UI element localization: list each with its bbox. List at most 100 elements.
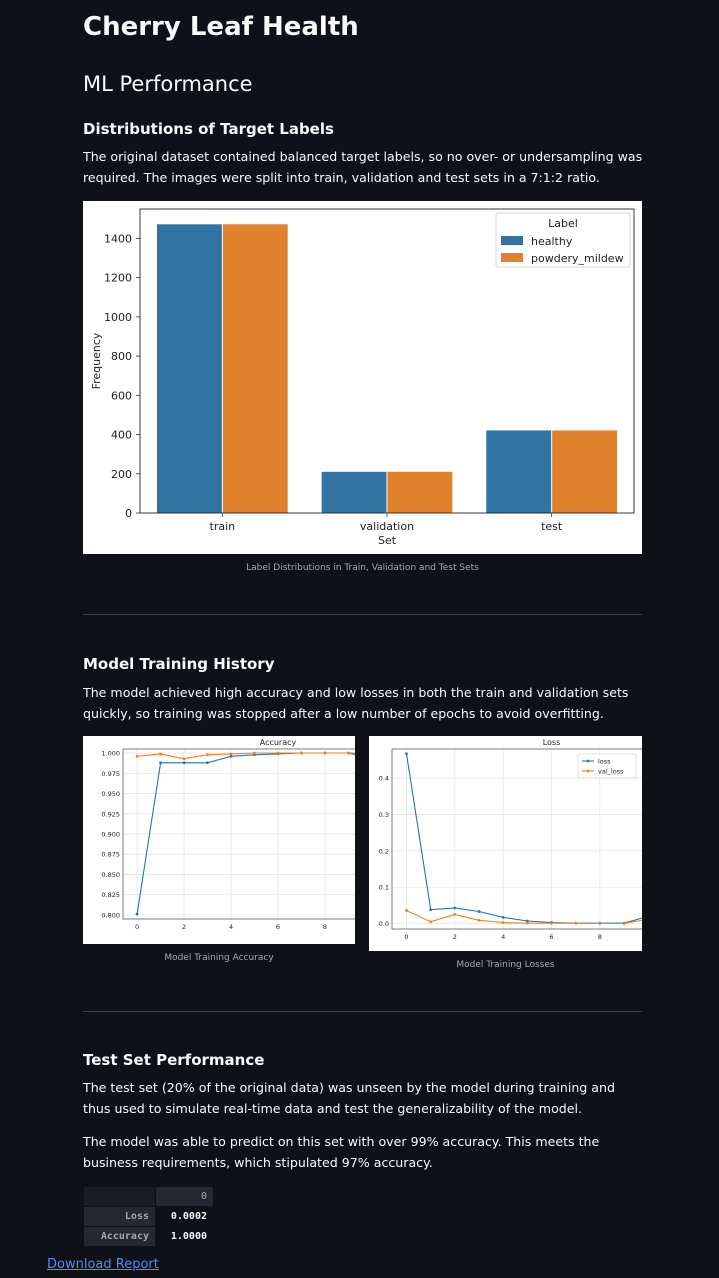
section-divider bbox=[83, 614, 642, 615]
point-val_accuracy bbox=[135, 754, 139, 758]
x-tick-label: 2 bbox=[182, 923, 186, 931]
y-tick-label: 0 bbox=[125, 507, 132, 520]
point-val_loss bbox=[598, 922, 602, 925]
y-tick-label: 0.0 bbox=[379, 920, 389, 928]
point-val_accuracy bbox=[276, 751, 280, 755]
test-text-2: The model was able to predict on this se… bbox=[83, 1134, 600, 1170]
y-tick-label: 0.800 bbox=[101, 911, 120, 919]
series-line-loss bbox=[405, 753, 697, 924]
y-tick-label: 1400 bbox=[104, 232, 132, 245]
test-heading: Test Set Performance bbox=[83, 1051, 265, 1069]
y-axis-label: Frequency bbox=[90, 332, 103, 389]
point-val_accuracy bbox=[300, 751, 303, 755]
point-val_accuracy bbox=[182, 757, 186, 761]
series-line-val_loss bbox=[406, 910, 697, 925]
x-tick-label: validation bbox=[360, 520, 414, 533]
legend-marker-loss bbox=[586, 759, 590, 763]
x-tick-label: 0 bbox=[135, 923, 139, 931]
page-title: ML Performance bbox=[83, 72, 253, 96]
accuracy-caption: Model Training Accuracy bbox=[164, 953, 274, 963]
x-tick-label: 8 bbox=[323, 923, 327, 931]
bar-powdery_mildew-validation bbox=[387, 471, 453, 513]
distribution-text: The original dataset contained balanced … bbox=[83, 149, 643, 185]
point-val_loss bbox=[574, 921, 578, 925]
app-title: Cherry Leaf Health bbox=[83, 12, 359, 42]
accuracy-chart-svg: Accuracy0246810120.8000.8250.8500.8750.9… bbox=[101, 738, 433, 931]
y-tick-label: 600 bbox=[111, 389, 132, 402]
legend-label-healthy: healthy bbox=[531, 235, 573, 248]
y-tick-label: 0.1 bbox=[379, 884, 389, 892]
cell-accuracy-value: 1.0000 bbox=[155, 1226, 214, 1247]
x-tick-label: test bbox=[541, 520, 563, 533]
table-row: Loss 0.0002 bbox=[83, 1206, 214, 1227]
x-axis-label: Set bbox=[378, 534, 397, 547]
y-tick-label: 200 bbox=[111, 468, 132, 481]
point-val_loss bbox=[429, 920, 433, 924]
bar-healthy-test bbox=[486, 430, 552, 513]
point-accuracy bbox=[159, 761, 162, 765]
download-report-link[interactable]: Download Report bbox=[47, 1257, 159, 1272]
legend-swatch-powdery_mildew bbox=[501, 253, 523, 262]
loss-chart-svg: Loss0246810120.00.10.20.30.4lossval_loss bbox=[379, 738, 712, 941]
point-val_accuracy bbox=[323, 751, 327, 755]
x-tick-label: 2 bbox=[453, 933, 457, 941]
point-val_loss bbox=[622, 922, 626, 925]
x-tick-label: 6 bbox=[276, 923, 280, 931]
point-val_loss bbox=[453, 913, 457, 916]
point-val_accuracy bbox=[347, 751, 350, 755]
point-val_loss bbox=[405, 909, 408, 912]
point-accuracy bbox=[135, 912, 139, 916]
chart-title: Accuracy bbox=[260, 738, 297, 747]
bar-healthy-train bbox=[156, 224, 222, 513]
series-line-accuracy bbox=[136, 752, 420, 915]
y-tick-label: 0.975 bbox=[101, 770, 120, 778]
y-tick-label: 0.850 bbox=[101, 871, 120, 879]
y-tick-label: 0.3 bbox=[379, 811, 389, 819]
results-table[interactable]: 0 Loss 0.0002 Accuracy 1.0000 bbox=[83, 1186, 214, 1247]
point-val_loss bbox=[501, 921, 505, 924]
legend-marker-val_loss bbox=[586, 769, 590, 773]
point-loss bbox=[453, 906, 457, 910]
bar-powdery_mildew-test bbox=[552, 430, 618, 513]
distribution-heading: Distributions of Target Labels bbox=[83, 120, 334, 138]
y-tick-label: 0.2 bbox=[379, 847, 389, 855]
column-header[interactable]: 0 bbox=[155, 1186, 214, 1207]
point-val_loss bbox=[477, 918, 481, 922]
x-tick-label: 8 bbox=[598, 933, 602, 941]
row-label-accuracy: Accuracy bbox=[83, 1226, 156, 1247]
point-accuracy bbox=[229, 754, 233, 758]
row-label-loss: Loss bbox=[83, 1206, 156, 1227]
point-accuracy bbox=[182, 761, 186, 765]
history-heading: Model Training History bbox=[83, 655, 275, 673]
legend-label-powdery_mildew: powdery_mildew bbox=[531, 252, 624, 265]
legend-title: Label bbox=[548, 217, 578, 230]
y-tick-label: 1.000 bbox=[101, 750, 120, 758]
y-tick-label: 1000 bbox=[104, 311, 132, 324]
y-tick-label: 0.875 bbox=[101, 851, 120, 859]
chart-title: Loss bbox=[543, 738, 561, 747]
point-accuracy bbox=[206, 761, 209, 765]
point-loss bbox=[477, 910, 481, 913]
legend-label-val_loss: val_loss bbox=[598, 768, 624, 776]
table-header-row: 0 bbox=[83, 1186, 214, 1207]
loss-caption: Model Training Losses bbox=[456, 960, 555, 970]
x-tick-label: train bbox=[210, 520, 236, 533]
series-line-val_accuracy bbox=[137, 752, 419, 760]
cell-loss-value: 0.0002 bbox=[155, 1206, 214, 1227]
y-tick-label: 0.925 bbox=[101, 810, 120, 818]
point-val_accuracy bbox=[253, 751, 256, 755]
x-tick-label: 4 bbox=[229, 923, 233, 931]
point-val_accuracy bbox=[229, 752, 233, 756]
y-tick-label: 400 bbox=[111, 429, 132, 442]
y-tick-label: 0.900 bbox=[101, 831, 120, 839]
bar-healthy-validation bbox=[321, 471, 387, 513]
table-corner-cell bbox=[83, 1186, 156, 1207]
bar-powdery_mildew-train bbox=[222, 224, 288, 513]
y-tick-label: 1200 bbox=[104, 272, 132, 285]
x-tick-label: 0 bbox=[404, 933, 408, 941]
y-tick-label: 0.825 bbox=[101, 891, 120, 899]
y-tick-label: 0.950 bbox=[101, 790, 120, 798]
accuracy-chart: Accuracy0246810120.8000.8250.8500.8750.9… bbox=[83, 736, 433, 944]
point-loss bbox=[429, 908, 433, 912]
section-divider bbox=[83, 1011, 642, 1012]
